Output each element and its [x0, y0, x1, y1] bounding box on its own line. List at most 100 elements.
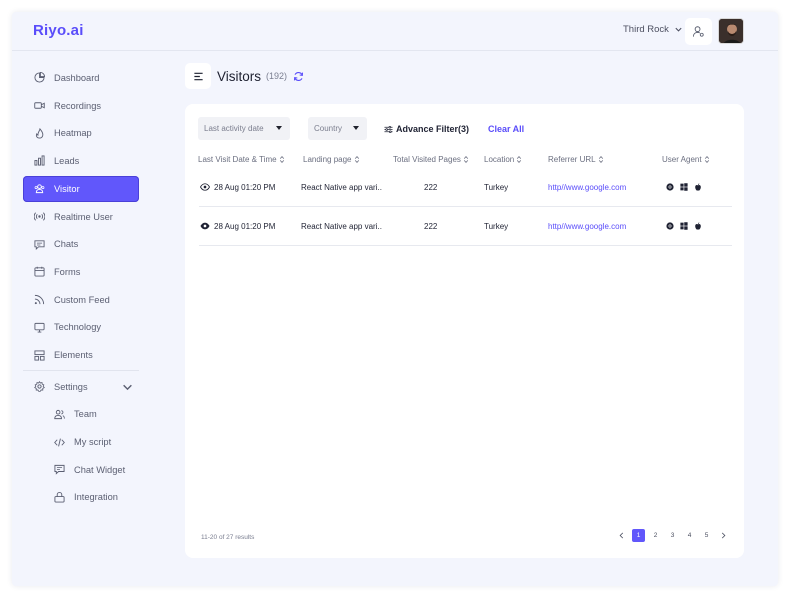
- last-activity-date-label: Last activity date: [204, 124, 264, 133]
- apple-icon: [695, 222, 701, 230]
- logo[interactable]: Riyo.ai: [33, 22, 84, 39]
- sidebar-divider: [23, 369, 139, 371]
- windows-icon: [680, 183, 688, 191]
- chat-icon: [34, 240, 45, 250]
- windows-icon: [680, 222, 688, 230]
- monitor-icon: [34, 322, 45, 333]
- user-settings-button[interactable]: [685, 18, 712, 45]
- sidebar-item-label: Chat Widget: [74, 464, 126, 475]
- sort-icon: [704, 156, 709, 163]
- page-button-2[interactable]: 2: [649, 529, 662, 542]
- sidebar-item-label: Dashboard: [54, 72, 100, 83]
- page-button-5[interactable]: 5: [700, 529, 713, 542]
- calendar-icon: [34, 267, 45, 278]
- page-button-3[interactable]: 3: [666, 529, 679, 542]
- integration-icon: [54, 491, 65, 503]
- top-bar: Riyo.ai Third Rock: [12, 12, 778, 51]
- visitors-card: Last activity date Country Advance Filte…: [185, 104, 744, 558]
- clear-all-button[interactable]: Clear All: [488, 124, 524, 134]
- menu-toggle-button[interactable]: [185, 63, 211, 89]
- workspace-label: Third Rock: [623, 24, 669, 35]
- visited-pages: 222: [424, 222, 438, 231]
- sidebar-item-label: Custom Feed: [54, 294, 110, 305]
- landing-page[interactable]: React Native app vari..: [301, 183, 382, 192]
- sidebar-item-label: Forms: [54, 266, 81, 277]
- eye-icon[interactable]: [200, 222, 210, 230]
- sort-icon: [463, 156, 469, 163]
- sidebar-item-forms[interactable]: Forms: [23, 258, 139, 286]
- country-select[interactable]: Country: [308, 117, 367, 140]
- column-label: Last Visit Date & Time: [198, 155, 277, 164]
- visited-pages: 222: [424, 183, 438, 192]
- sidebar-item-integration[interactable]: Integration: [23, 484, 139, 512]
- sidebar-item-technology[interactable]: Technology: [23, 314, 139, 342]
- column-label: Location: [484, 155, 515, 164]
- sidebar-item-dashboard[interactable]: Dashboard: [23, 64, 139, 92]
- sidebar-item-label: Realtime User: [54, 211, 113, 222]
- sidebar-item-label: Leads: [54, 155, 80, 166]
- sidebar-item-custom-feed[interactable]: Custom Feed: [23, 286, 139, 314]
- user-agent-icons: [666, 183, 702, 191]
- column-header-landing-page[interactable]: Landing page: [303, 155, 360, 164]
- chevron-down-icon: [123, 384, 132, 391]
- bar-chart-icon: [34, 155, 45, 166]
- sliders-icon: [384, 125, 393, 133]
- chevron-down-icon: [675, 27, 682, 32]
- chevron-right-icon: [721, 532, 726, 539]
- sidebar-item-label: Chats: [54, 239, 79, 250]
- referrer-url[interactable]: http//www.google.com: [548, 183, 626, 192]
- avatar-image: [719, 19, 743, 43]
- column-header-last-visit[interactable]: Last Visit Date & Time: [198, 155, 285, 164]
- column-header-referrer-url[interactable]: Referrer URL: [548, 155, 604, 164]
- sidebar-item-label: Settings: [54, 381, 88, 392]
- refresh-icon[interactable]: [293, 71, 304, 82]
- location: Turkey: [484, 183, 509, 192]
- landing-page[interactable]: React Native app vari..: [301, 222, 382, 231]
- sidebar: Dashboard Recordings Heatmap Leads Visit…: [23, 64, 139, 511]
- sidebar-item-leads[interactable]: Leads: [23, 147, 139, 175]
- sidebar-item-recordings[interactable]: Recordings: [23, 92, 139, 120]
- last-activity-date-select[interactable]: Last activity date: [198, 117, 290, 140]
- video-icon: [34, 102, 45, 109]
- column-header-total-visited-pages[interactable]: Total Visited Pages: [393, 155, 469, 164]
- sidebar-item-label: Visitor: [54, 183, 80, 194]
- users-icon: [34, 184, 45, 194]
- page-button-4[interactable]: 4: [683, 529, 696, 542]
- sidebar-item-heatmap[interactable]: Heatmap: [23, 119, 139, 147]
- page-button-1[interactable]: 1: [632, 529, 645, 542]
- sort-icon: [598, 156, 603, 163]
- next-page-button[interactable]: [717, 529, 730, 542]
- page-title: Visitors: [217, 68, 262, 84]
- sidebar-item-elements[interactable]: Elements: [23, 341, 139, 369]
- sidebar-item-visitor[interactable]: Visitor: [23, 175, 139, 202]
- sidebar-item-label: My script: [74, 437, 112, 448]
- sidebar-item-settings[interactable]: Settings: [23, 373, 139, 401]
- sort-icon: [354, 156, 359, 163]
- workspace-selector[interactable]: Third Rock: [623, 24, 683, 35]
- table-row[interactable]: 28 Aug 01:20 PM React Native app vari.. …: [199, 168, 732, 207]
- column-header-user-agent[interactable]: User Agent: [662, 155, 710, 164]
- advance-filter-button[interactable]: Advance Filter(3): [384, 124, 469, 134]
- sidebar-item-my-script[interactable]: My script: [23, 428, 139, 456]
- table-row[interactable]: 28 Aug 01:20 PM React Native app vari.. …: [199, 207, 732, 246]
- eye-icon[interactable]: [200, 183, 210, 191]
- sidebar-item-realtime-user[interactable]: Realtime User: [23, 203, 139, 231]
- sort-icon: [279, 156, 284, 163]
- code-icon: [54, 438, 65, 447]
- sidebar-item-label: Integration: [74, 492, 118, 503]
- avatar[interactable]: [718, 18, 744, 44]
- chat-widget-icon: [54, 465, 65, 475]
- layout-icon: [34, 349, 45, 361]
- apple-icon: [695, 183, 701, 191]
- chrome-icon: [666, 222, 674, 230]
- visitor-count: (192): [266, 71, 288, 81]
- prev-page-button[interactable]: [615, 529, 628, 542]
- sidebar-item-chat-widget[interactable]: Chat Widget: [23, 456, 139, 484]
- rss-icon: [34, 295, 45, 305]
- column-header-location[interactable]: Location: [484, 155, 522, 164]
- sidebar-item-team[interactable]: Team: [23, 401, 139, 429]
- pagination: 1 2 3 4 5: [615, 529, 730, 542]
- sidebar-item-label: Technology: [54, 322, 102, 333]
- sidebar-item-chats[interactable]: Chats: [23, 230, 139, 258]
- referrer-url[interactable]: http//www.google.com: [548, 222, 626, 231]
